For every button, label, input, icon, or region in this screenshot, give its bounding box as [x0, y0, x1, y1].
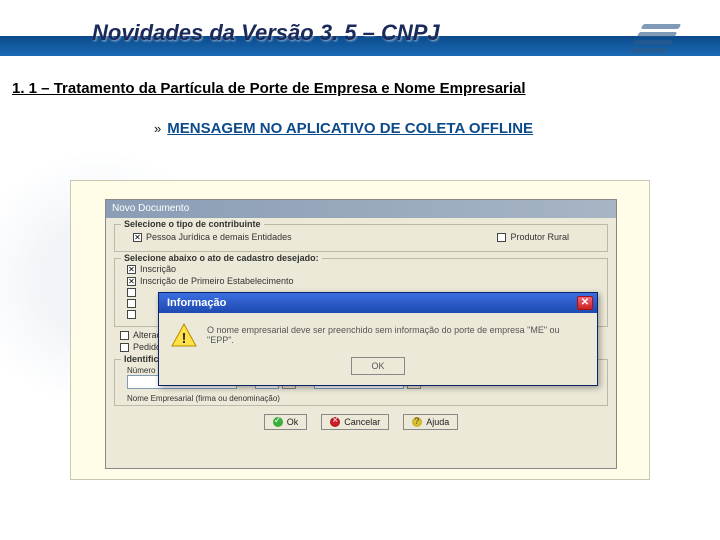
info-dialog: Informação ✕ ! O nome empresarial deve s… [158, 292, 598, 386]
check-icon [127, 299, 136, 308]
page-title: Novidades da Versão 3. 5 – CNPJ [92, 20, 440, 46]
svg-text:!: ! [182, 330, 187, 347]
group-tipo-contribuinte: Selecione o tipo de contribuinte ✕ Pesso… [114, 224, 608, 252]
checkbox-produtor-rural[interactable]: Produtor Rural [491, 231, 575, 243]
checkbox-label: Inscrição de Primeiro Estabelecimento [140, 276, 294, 286]
checkbox-pessoa-juridica[interactable]: ✕ Pessoa Jurídica e demais Entidades [127, 231, 298, 243]
warning-icon: ! [171, 323, 197, 347]
info-ok-button[interactable]: OK [351, 357, 405, 375]
check-icon: ✕ [127, 265, 136, 274]
checkbox-inscricao[interactable]: ✕ Inscrição [121, 263, 601, 275]
cancel-button[interactable]: Cancelar [321, 414, 389, 430]
subheading-row: » MENSAGEM NO APLICATIVO DE COLETA OFFLI… [154, 120, 533, 137]
checkbox-label: Pessoa Jurídica e demais Entidades [146, 232, 292, 242]
close-button[interactable]: ✕ [577, 296, 593, 310]
checkbox-label: Inscrição [140, 264, 176, 274]
info-title-text: Informação [167, 297, 226, 309]
ok-button[interactable]: Ok [264, 414, 308, 430]
app-window: Novo Documento Selecione o tipo de contr… [105, 199, 617, 469]
dialog-button-row: Ok Cancelar Ajuda [106, 408, 616, 432]
help-icon [412, 417, 422, 427]
check-icon [120, 331, 129, 340]
check-icon [127, 288, 136, 297]
ok-icon [273, 417, 283, 427]
cancel-icon [330, 417, 340, 427]
checkbox-inscricao-primeiro[interactable]: ✕ Inscrição de Primeiro Estabelecimento [121, 275, 601, 287]
receita-logo [632, 24, 690, 58]
screenshot-panel: Novo Documento Selecione o tipo de contr… [70, 180, 650, 480]
check-icon: ✕ [133, 233, 142, 242]
sub-bullet: » [154, 121, 161, 136]
group-title: Selecione o tipo de contribuinte [121, 219, 264, 229]
button-label: Cancelar [344, 417, 380, 427]
info-titlebar: Informação ✕ [159, 293, 597, 313]
nome-empresarial-label: Nome Empresarial (firma ou denominação) [121, 391, 601, 403]
check-icon [120, 343, 129, 352]
group-title: Selecione abaixo o ato de cadastro desej… [121, 253, 322, 263]
info-message: O nome empresarial deve ser preenchido s… [207, 325, 585, 345]
checkbox-label: Produtor Rural [510, 232, 569, 242]
check-icon [127, 310, 136, 319]
check-icon [497, 233, 506, 242]
app-titlebar: Novo Documento [106, 200, 616, 218]
help-button[interactable]: Ajuda [403, 414, 458, 430]
check-icon: ✕ [127, 277, 136, 286]
sub-link: MENSAGEM NO APLICATIVO DE COLETA OFFLINE [167, 120, 533, 137]
section-heading: 1. 1 – Tratamento da Partícula de Porte … [12, 80, 526, 97]
button-label: Ok [287, 417, 299, 427]
button-label: Ajuda [426, 417, 449, 427]
